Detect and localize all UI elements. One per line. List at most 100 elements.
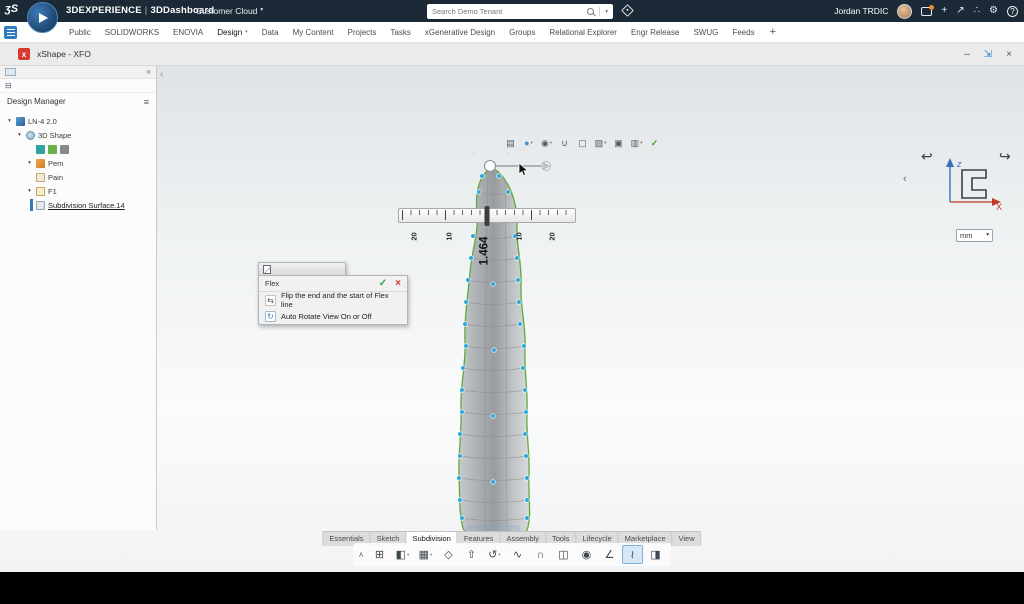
rotate-guide-arc (473, 152, 509, 154)
expander-icon[interactable]: ▾ (6, 118, 13, 124)
bridge-tool[interactable]: ∩ (530, 545, 551, 564)
tab-enovia[interactable]: ENOVIA (166, 22, 210, 43)
tab-groups[interactable]: Groups (502, 22, 542, 43)
tenant-switcher[interactable]: Customer Cloud▾ (196, 6, 263, 16)
xshape-app-icon: x (18, 48, 30, 60)
tree-item-root[interactable]: ▾ LN-4 2.0 (0, 114, 156, 128)
panel-menu-icon[interactable]: ≡ (144, 97, 149, 107)
search-input[interactable] (432, 7, 582, 16)
share-icon[interactable]: ↗ (956, 6, 964, 16)
tab-view[interactable]: View (673, 532, 701, 546)
symmetry-tool[interactable]: ◨ (645, 545, 666, 564)
collaborate-icon[interactable]: ∴ (974, 6, 980, 16)
flex-handle-top[interactable] (485, 161, 496, 172)
tab-feeds[interactable]: Feeds (725, 22, 761, 43)
search-options-caret-icon[interactable]: ▾ (605, 9, 608, 15)
expand-action-bar-icon[interactable]: ∧ (358, 550, 364, 559)
3dexperience-compass[interactable] (27, 2, 58, 33)
expander-icon[interactable]: ▾ (26, 188, 33, 194)
split-tool[interactable]: ◫ (553, 545, 574, 564)
tab-relational-explorer[interactable]: Relational Explorer (542, 22, 624, 43)
validate-icon[interactable]: ✓ (647, 136, 662, 150)
revolve-tool[interactable]: ↺▾ (484, 545, 505, 564)
tab-engr-release[interactable]: Engr Release (624, 22, 686, 43)
flex-ruler[interactable] (398, 208, 576, 223)
crease-tool[interactable]: ∠ (599, 545, 620, 564)
panel-tab-icon[interactable] (5, 68, 16, 76)
face-edit-tool[interactable]: ◇ (438, 545, 459, 564)
help-icon[interactable]: ? (1007, 6, 1018, 17)
weld-tool[interactable]: ◉ (576, 545, 597, 564)
bounding-box-icon[interactable]: ▢ (575, 136, 590, 150)
extrude-tool[interactable]: ⇧ (461, 545, 482, 564)
representation-icon-3[interactable] (60, 145, 69, 154)
add-tab-button[interactable]: + (762, 26, 784, 38)
render-style-icon[interactable]: ▧▾ (593, 136, 608, 150)
expand-icon[interactable]: ⇲ (984, 50, 992, 60)
flex-option-auto-rotate[interactable]: ↻ Auto Rotate View On or Off (259, 308, 407, 324)
application-window: ʒS 3DEXPERIENCE|3DDashboard Customer Clo… (0, 0, 1024, 572)
glyph: ◉ (582, 548, 592, 561)
caret-down-icon: ▾ (604, 140, 606, 146)
section-icon[interactable]: ▤ (503, 136, 518, 150)
flex-dialog-header[interactable] (258, 262, 346, 275)
units-dropdown[interactable]: mm ▾ (956, 229, 993, 242)
tab-design[interactable]: Design▾ (210, 22, 254, 43)
previous-view-icon[interactable]: ↩ (921, 148, 933, 165)
tree-item-pain[interactable]: Pain (0, 170, 156, 184)
search-icon[interactable] (587, 8, 594, 15)
lattice-tool[interactable]: ▦▾ (415, 545, 436, 564)
tree-item-pem[interactable]: ▾ Pem (0, 156, 156, 170)
tree-view-icon[interactable]: ⊟ (5, 82, 12, 90)
tab-swug[interactable]: SWUG (686, 22, 725, 43)
minimize-icon[interactable]: – (964, 50, 970, 60)
notifications-icon[interactable] (921, 7, 932, 16)
expander-icon[interactable]: ▾ (16, 132, 23, 138)
tab-public[interactable]: Public (62, 22, 98, 43)
shading-sphere-icon[interactable]: ●▾ (521, 136, 536, 150)
letterbox-bar (0, 572, 1024, 604)
tree-label: Pem (48, 159, 63, 168)
add-icon[interactable]: + (941, 6, 947, 16)
tag-icon[interactable] (621, 4, 634, 17)
sweep-tool[interactable]: ∿ (507, 545, 528, 564)
tree-label: F1 (48, 187, 57, 196)
collapse-left-panel-icon[interactable]: ‹ (160, 69, 163, 80)
flex-option-flip[interactable]: ⇆ Flip the end and the start of Flex lin… (259, 292, 407, 308)
user-name[interactable]: Jordan TRDIC (834, 6, 888, 16)
avatar[interactable] (897, 4, 912, 19)
collapse-right-panel-icon[interactable]: ‹ (903, 173, 907, 185)
cancel-icon[interactable]: × (395, 278, 401, 289)
collapse-panel-icon[interactable]: « (147, 68, 151, 76)
tree-item-subdivision-surface[interactable]: Subdivision Surface.14 (0, 198, 156, 212)
tab-tasks[interactable]: Tasks (383, 22, 417, 43)
tools-icon[interactable]: ⚙ (989, 6, 998, 16)
confirm-icon[interactable]: ✓ (379, 278, 387, 289)
tree-item-3d-shape[interactable]: ▾ 3D Shape (0, 128, 156, 142)
preferences-icon[interactable]: ▥▾ (629, 136, 644, 150)
app-launcher-icon[interactable] (4, 26, 17, 39)
expander-icon[interactable]: ▾ (26, 160, 33, 166)
primitives-tool[interactable]: ◧▾ (392, 545, 413, 564)
axis-triad[interactable]: z X (936, 156, 1016, 211)
visibility-icon[interactable]: ◉▾ (539, 136, 554, 150)
flex-manipulator-knob[interactable] (542, 162, 551, 171)
flex-command-icon (263, 265, 271, 274)
tab-solidworks[interactable]: SOLIDWORKS (98, 22, 166, 43)
tree-item-f1[interactable]: ▾ F1 (0, 184, 156, 198)
tab-xgenerative-design[interactable]: xGenerative Design (418, 22, 502, 43)
glyph: ↺ (488, 548, 497, 561)
select-box-tool[interactable]: ⊞ (369, 545, 390, 564)
close-icon[interactable]: × (1006, 50, 1012, 60)
3ds-logo: ʒS (5, 3, 18, 15)
capture-icon[interactable]: ▣ (611, 136, 626, 150)
tree-item-representations[interactable] (0, 142, 156, 156)
representation-icon-2[interactable] (48, 145, 57, 154)
tab-data[interactable]: Data (255, 22, 286, 43)
tab-my-content[interactable]: My Content (286, 22, 341, 43)
magnet-icon[interactable]: ∪ (557, 136, 572, 150)
flex-tool[interactable]: ≀ (622, 545, 643, 564)
ruler-handle[interactable] (485, 206, 490, 226)
representation-icon-1[interactable] (36, 145, 45, 154)
tab-projects[interactable]: Projects (341, 22, 384, 43)
